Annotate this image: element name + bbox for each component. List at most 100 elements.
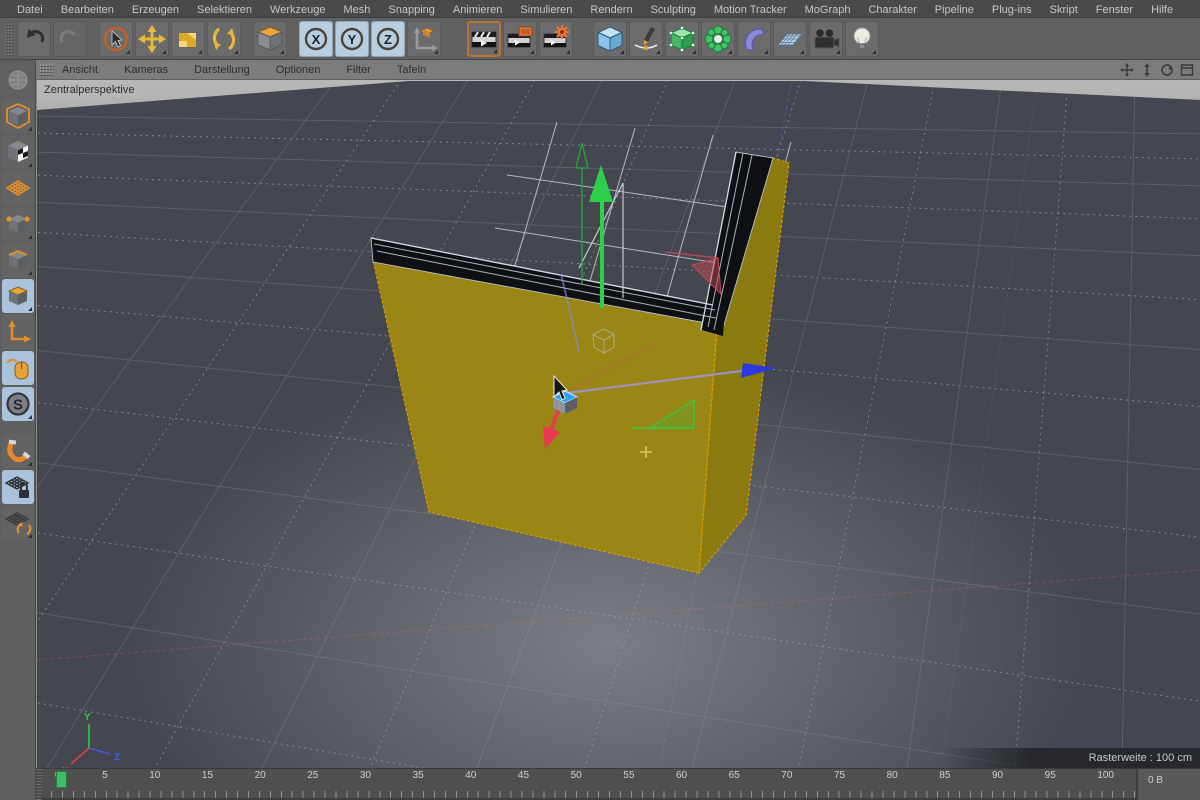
live-selection-button[interactable] <box>99 20 133 57</box>
timeline-frame-label[interactable]: 60 <box>676 770 687 785</box>
viewport-menubar-grip[interactable] <box>40 63 54 76</box>
menu-item[interactable]: Motion Tracker <box>705 4 796 16</box>
timeline-frame-label[interactable]: 70 <box>781 770 792 785</box>
rotate-button[interactable] <box>207 20 241 57</box>
menu-item[interactable]: Simulieren <box>511 4 581 16</box>
menu-item[interactable]: Skript <box>1041 4 1087 16</box>
timeline-frame-label[interactable]: 35 <box>413 770 424 785</box>
timeline-frame-label[interactable]: 15 <box>202 770 213 785</box>
menu-item[interactable]: Animieren <box>444 4 512 16</box>
y-lock-button[interactable]: Y <box>335 20 369 57</box>
viewport-menu-item[interactable]: Tafeln <box>397 64 440 76</box>
viewport-menubar: Ansicht Kameras Darstellung Optionen Filter T… <box>36 60 1200 80</box>
render-picture-viewer-button[interactable] <box>503 20 537 57</box>
undo-button[interactable] <box>17 20 51 57</box>
planar-workplane-button[interactable] <box>1 506 34 540</box>
timeline-frame-label[interactable]: 80 <box>887 770 898 785</box>
workplane-mode-button[interactable] <box>1 171 34 205</box>
add-primitive-button[interactable] <box>593 20 627 57</box>
menu-item[interactable]: Pipeline <box>926 4 983 16</box>
toggle-view-icon[interactable] <box>1180 63 1194 77</box>
svg-text:X: X <box>312 32 321 47</box>
texture-mode-button[interactable] <box>1 135 34 169</box>
subdivision-surface-button[interactable] <box>665 20 699 57</box>
menu-item[interactable]: Mesh <box>334 4 379 16</box>
edges-mode-button[interactable] <box>1 243 34 277</box>
viewport-menu-item[interactable]: Darstellung <box>194 64 264 76</box>
coordinate-system-button[interactable] <box>253 20 287 57</box>
axis-lock-group: X Y Z <box>298 20 442 57</box>
timeline-frame-label[interactable]: 75 <box>834 770 845 785</box>
menu-item[interactable]: Bearbeiten <box>52 4 123 16</box>
menu-item[interactable]: Datei <box>8 4 52 16</box>
planar-workplane-icon <box>4 512 31 535</box>
menu-item[interactable]: Selektieren <box>188 4 261 16</box>
viewport-menu-item[interactable]: Kameras <box>124 64 182 76</box>
menu-item[interactable]: Plug-ins <box>983 4 1041 16</box>
points-mode-button[interactable] <box>1 207 34 241</box>
enable-axis-button[interactable] <box>1 315 34 349</box>
timeline-frame-label[interactable]: 25 <box>307 770 318 785</box>
move-button[interactable] <box>135 20 169 57</box>
menu-item[interactable]: Werkzeuge <box>261 4 334 16</box>
menu-item[interactable]: Sculpting <box>642 4 705 16</box>
zoom-view-icon[interactable] <box>1140 62 1154 77</box>
timeline-frame-label[interactable]: 5 <box>102 770 108 785</box>
floor-button[interactable] <box>773 20 807 57</box>
viewport-menu-item[interactable]: Optionen <box>276 64 335 76</box>
menu-item[interactable]: Hilfe <box>1142 4 1182 16</box>
timeline-frame-label[interactable]: 10 <box>149 770 160 785</box>
timeline-frame-label[interactable]: 20 <box>255 770 266 785</box>
camera-button[interactable] <box>809 20 843 57</box>
x-lock-button[interactable]: X <box>299 20 333 57</box>
model-mode-button[interactable] <box>1 99 34 133</box>
viewport-menu-item[interactable]: Ansicht <box>62 64 112 76</box>
rotate-view-icon[interactable] <box>1160 63 1174 77</box>
timeline-frame-label[interactable]: 55 <box>623 770 634 785</box>
playhead-marker[interactable] <box>56 771 67 788</box>
render-view-button[interactable] <box>467 20 501 57</box>
z-lock-button[interactable]: Z <box>371 20 405 57</box>
view-label[interactable]: Zentralperspektive <box>39 83 143 98</box>
pan-view-icon[interactable] <box>1120 62 1134 77</box>
menu-item[interactable]: Rendern <box>581 4 641 16</box>
menu-item[interactable]: MoGraph <box>796 4 860 16</box>
render-settings-button[interactable] <box>539 20 573 57</box>
workplane-button[interactable] <box>407 20 441 57</box>
timeline-frame-label[interactable]: 100 <box>1097 770 1114 785</box>
timeline-frame-label[interactable]: 65 <box>729 770 740 785</box>
polygons-mode-icon <box>7 286 28 305</box>
magnet-snapping-button[interactable] <box>1 434 34 468</box>
timeline-frame-label[interactable]: 45 <box>518 770 529 785</box>
make-editable-button[interactable] <box>1 63 34 97</box>
menu-item[interactable]: Snapping <box>379 4 444 16</box>
main-menubar: Datei Bearbeiten Erzeugen Selektieren Werkze… <box>0 0 1200 18</box>
light-button[interactable] <box>845 20 879 57</box>
deformer-button[interactable] <box>737 20 771 57</box>
timeline-frame-label[interactable]: 40 <box>465 770 476 785</box>
menu-item[interactable]: Fenster <box>1087 4 1142 16</box>
timeline-ruler[interactable]: 0510152025303540455055606570758085909510… <box>42 769 1136 800</box>
timeline-frame-label[interactable]: 85 <box>939 770 950 785</box>
timeline: 0510152025303540455055606570758085909510… <box>36 768 1200 800</box>
viewport-tweak-button[interactable] <box>1 351 34 385</box>
toolbar-grip[interactable] <box>5 21 13 56</box>
y-lock-icon: Y <box>340 27 364 50</box>
viewport-canvas[interactable]: Zentralperspektive Y Z Rasterweite: 100… <box>36 80 1200 768</box>
menu-item[interactable]: Erzeugen <box>123 4 188 16</box>
timeline-frame-label[interactable]: 50 <box>571 770 582 785</box>
scale-button[interactable] <box>171 20 205 57</box>
polygons-mode-button[interactable] <box>1 279 34 313</box>
timeline-frame-label[interactable]: 95 <box>1045 770 1056 785</box>
timeline-frame-label[interactable]: 30 <box>360 770 371 785</box>
redo-button[interactable] <box>53 20 87 57</box>
lock-workplane-button[interactable] <box>1 470 34 504</box>
viewport-menu-item[interactable]: Filter <box>346 64 384 76</box>
rotate-arrows-icon <box>16 522 31 535</box>
menu-item[interactable]: Charakter <box>859 4 925 16</box>
timeline-frame-label[interactable]: 90 <box>992 770 1003 785</box>
svg-text:S: S <box>12 397 22 414</box>
snap-s-button[interactable]: S <box>1 387 34 421</box>
add-spline-button[interactable] <box>629 20 663 57</box>
generator-button[interactable] <box>701 20 735 57</box>
